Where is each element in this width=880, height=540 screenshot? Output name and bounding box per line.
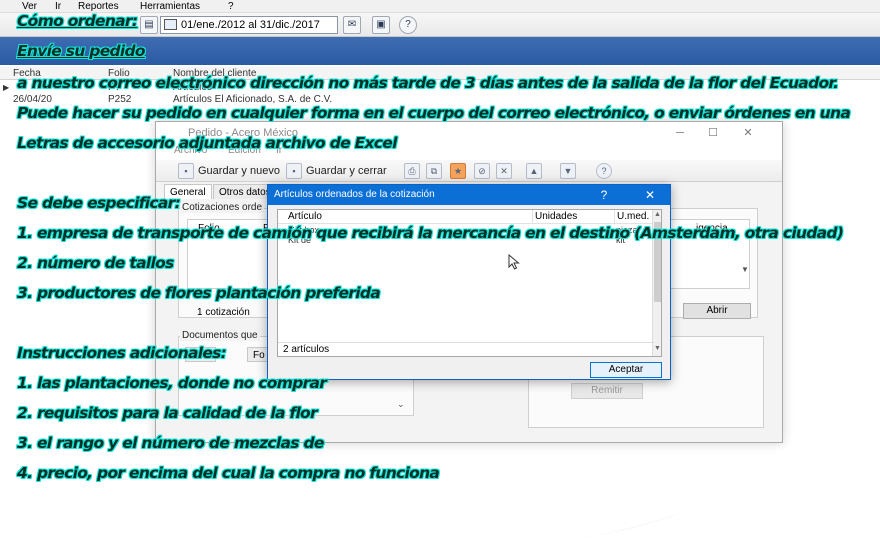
overlay-line-letras: Letras de accesorio adjuntada archivo de… bbox=[17, 134, 397, 152]
chevron-down-icon[interactable]: ⌄ bbox=[397, 399, 405, 410]
articulos-count: 2 artículos bbox=[278, 342, 654, 356]
overlay-item-2: 2. número de tallos bbox=[17, 254, 174, 272]
copy-icon[interactable]: ⧉ bbox=[426, 163, 442, 179]
column-articulo[interactable]: Artículo bbox=[278, 210, 322, 224]
pedido-toolbar: ▪ Guardar y nuevo ▪ Guardar y cerrar ⎙ ⧉… bbox=[156, 160, 782, 182]
overlay-instr-1: 1. las plantaciones, donde no comprar bbox=[17, 374, 327, 392]
save-and-new-button[interactable]: Guardar y nuevo bbox=[198, 163, 280, 179]
help-icon[interactable]: ? bbox=[399, 16, 417, 34]
dialog-title: Artículos ordenados de la cotización bbox=[274, 189, 435, 200]
column-umed[interactable]: U.med. bbox=[614, 210, 654, 224]
cancel-icon[interactable]: ⊘ bbox=[474, 163, 490, 179]
overlay-item-3: 3. productores de flores plantación pref… bbox=[17, 284, 381, 302]
abrir-button[interactable]: Abrir bbox=[683, 303, 751, 319]
overlay-line-puede: Puede hacer su pedido en cualquier forma… bbox=[17, 104, 851, 122]
calendar-icon bbox=[164, 19, 177, 30]
scroll-up-icon[interactable]: ▲ bbox=[654, 211, 661, 218]
overlay-item-1: 1. empresa de transporte de camión que r… bbox=[17, 224, 844, 242]
documentos-label: Documentos que bbox=[180, 330, 260, 341]
watermark-swoosh bbox=[565, 510, 690, 540]
help-icon[interactable]: ? bbox=[596, 163, 612, 179]
overlay-heading-instrucciones: Instrucciones adicionales: bbox=[17, 344, 227, 362]
overlay-line-correo: a nuestro correo electrónico dirección n… bbox=[17, 74, 839, 92]
arrow-down-icon[interactable]: ▼ bbox=[560, 163, 576, 179]
aceptar-button[interactable]: Aceptar bbox=[590, 362, 662, 378]
date-range-value: 01/ene./2012 al 31/dic./2017 bbox=[181, 19, 320, 31]
delete-icon[interactable]: ✕ bbox=[496, 163, 512, 179]
save-icon[interactable]: ▪ bbox=[178, 163, 194, 179]
dialog-help-icon[interactable]: ? bbox=[592, 185, 616, 205]
close-icon[interactable]: ✕ bbox=[734, 122, 762, 144]
dialog-title-bar: Artículos ordenados de la cotización ? ✕ bbox=[268, 185, 670, 205]
column-unidades[interactable]: Unidades bbox=[532, 210, 614, 224]
cotizacion-count: 1 cotización bbox=[197, 307, 250, 318]
overlay-line-envie: Envíe su pedido bbox=[17, 42, 146, 60]
overlay-instr-2: 2. requisitos para la calidad de la flor bbox=[17, 404, 318, 422]
highlight-icon[interactable]: ★ bbox=[450, 163, 466, 179]
export-icon[interactable]: ▣ bbox=[372, 16, 390, 34]
date-range-field[interactable]: 01/ene./2012 al 31/dic./2017 bbox=[160, 16, 338, 34]
print-icon[interactable]: ⎙ bbox=[404, 163, 420, 179]
menu-herramientas[interactable]: Herramientas bbox=[140, 0, 200, 13]
scroll-down-icon[interactable]: ▼ bbox=[741, 265, 749, 274]
mail-icon[interactable]: ✉ bbox=[343, 16, 361, 34]
dialog-close-icon[interactable]: ✕ bbox=[638, 185, 662, 205]
mouse-cursor-icon bbox=[508, 254, 520, 270]
overlay-heading-como-ordenar: Cómo ordenar: bbox=[17, 12, 138, 30]
articulos-dialog: Artículos ordenados de la cotización ? ✕… bbox=[267, 184, 671, 380]
overlay-instr-4: 4. precio, por encima del cual la compra… bbox=[17, 464, 440, 482]
menu-help[interactable]: ? bbox=[228, 0, 234, 13]
overlay-instr-3: 3. el rango y el número de mezclas de bbox=[17, 434, 324, 452]
scroll-down-icon[interactable]: ▼ bbox=[654, 345, 661, 352]
row-pointer-icon: ▶ bbox=[3, 83, 10, 92]
overlay-heading-especificar: Se debe especificar: bbox=[17, 194, 181, 212]
remitir-button[interactable]: Remitir bbox=[571, 383, 643, 399]
minimize-icon[interactable]: ─ bbox=[666, 122, 694, 144]
save-close-icon[interactable]: ▪ bbox=[286, 163, 302, 179]
maximize-icon[interactable]: ☐ bbox=[699, 122, 727, 144]
document-icon[interactable]: ▤ bbox=[140, 16, 158, 34]
cotizaciones-label: Cotizaciones orde bbox=[180, 202, 265, 213]
articulos-list-header: Artículo Unidades U.med. bbox=[278, 210, 654, 224]
save-and-close-button[interactable]: Guardar y cerrar bbox=[306, 163, 387, 179]
arrow-up-icon[interactable]: ▲ bbox=[526, 163, 542, 179]
